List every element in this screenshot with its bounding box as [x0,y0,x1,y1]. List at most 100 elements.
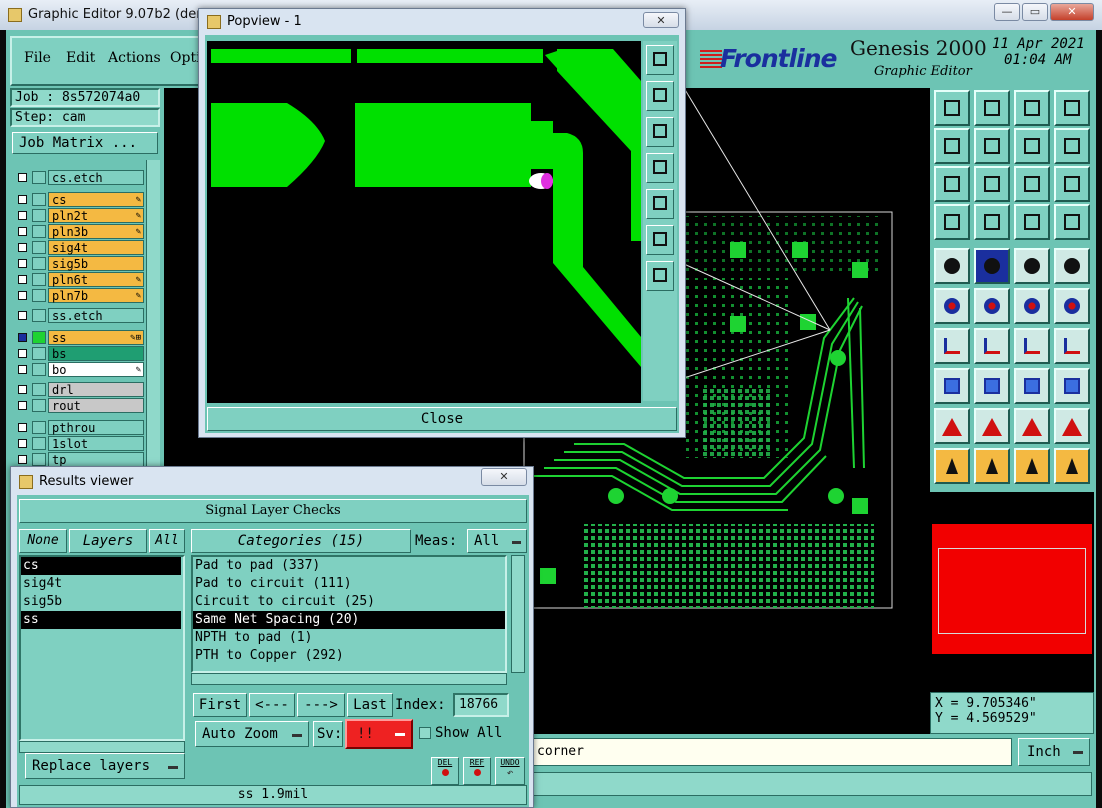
pointer-select-tool-button[interactable] [1014,448,1050,484]
close-button[interactable]: ✕ [1050,3,1094,21]
layer-color-swatch[interactable] [32,347,46,360]
layer-row[interactable]: ss ✎⊞ [14,330,144,345]
next-button[interactable]: ---> [297,693,345,717]
layer-name[interactable]: cs ✎ [48,192,144,207]
del-button[interactable]: DEL [431,757,459,785]
layer-color-swatch[interactable] [32,309,46,322]
delete-tool-button[interactable] [974,288,1010,324]
layer-row[interactable]: ss.etch [14,308,144,323]
move-tool-button[interactable] [974,248,1010,284]
layer-display-checkbox[interactable] [18,291,27,300]
layers-button[interactable]: Layers [69,529,147,553]
layer-row[interactable]: pln2t ✎ [14,208,144,223]
group-tool-button[interactable] [1054,368,1090,404]
layer-color-swatch[interactable] [32,273,46,286]
popview-canvas[interactable] [207,41,641,403]
layer-name[interactable]: ss.etch [48,308,144,323]
save-tool-button[interactable] [974,90,1010,126]
none-button[interactable]: None [19,529,67,553]
meas-dropdown[interactable]: All [467,529,527,553]
layer-display-checkbox[interactable] [18,365,27,374]
layer-row[interactable]: cs ✎ [14,192,144,207]
window-tool-button[interactable] [1054,90,1090,126]
ruler-tool-button[interactable] [1014,248,1050,284]
maximize-button[interactable]: ▭ [1022,3,1048,21]
layer-name[interactable]: pln6t ✎ [48,272,144,287]
category-item[interactable]: Pad to circuit (111) [193,575,505,593]
snap-tool-button[interactable] [1054,128,1090,164]
layer-row[interactable]: sig4t [14,240,144,255]
result-layer-item[interactable]: sig4t [21,575,181,593]
category-list[interactable]: Pad to pad (337) Pad to circuit (111) Circ… [191,555,507,673]
menu-options[interactable]: Opti [170,50,201,66]
layer-row[interactable]: tp [14,452,144,467]
layer-color-swatch[interactable] [32,363,46,376]
layer-name[interactable]: 1slot [48,436,144,451]
rotate-tool-button[interactable] [1014,328,1050,364]
units-dropdown[interactable]: Inch [1018,738,1090,766]
layers-blue-tool-button[interactable] [1054,204,1090,240]
measure-tool-button[interactable] [934,204,970,240]
category-item[interactable]: Same Net Spacing (20) [193,611,505,629]
layer-color-swatch[interactable] [32,193,46,206]
probe-tool-button[interactable] [974,204,1010,240]
layer-color-swatch[interactable] [32,209,46,222]
layer-display-checkbox[interactable] [18,275,27,284]
layer-row[interactable]: sig5b [14,256,144,271]
job-matrix-button[interactable]: Job Matrix ... [12,132,158,154]
layer-display-checkbox[interactable] [18,385,27,394]
result-layer-item[interactable]: ss [21,611,181,629]
select-box-tool-button[interactable] [934,368,970,404]
layer-display-checkbox[interactable] [18,401,27,410]
layer-list-scrollbar[interactable] [146,160,160,470]
layer-name[interactable]: pln3b ✎ [48,224,144,239]
layer-display-checkbox[interactable] [18,311,27,320]
layer-display-checkbox[interactable] [18,173,27,182]
layer-name[interactable]: bo ✎ [48,362,144,377]
all-button[interactable]: All [149,529,185,553]
layer-row[interactable]: drl [14,382,144,397]
layer-name[interactable]: sig5b [48,256,144,271]
zoom-center-tool-button[interactable] [974,166,1010,202]
triangle-c-tool-button[interactable] [1014,408,1050,444]
menu-edit[interactable]: Edit [66,50,95,66]
layer-row[interactable]: rout [14,398,144,413]
menu-actions[interactable]: Actions [108,50,161,66]
layer-results-list[interactable]: cs sig4t sig5b ss [19,555,185,741]
pad-tool-button[interactable] [934,248,970,284]
connect-tool-button[interactable] [1014,288,1050,324]
category-item[interactable]: PTH to Copper (292) [193,647,505,665]
pointer-path-tool-button[interactable] [1054,448,1090,484]
layer-results-hscroll[interactable] [19,741,185,753]
triangle-a-tool-button[interactable] [934,408,970,444]
layer-display-checkbox[interactable] [18,227,27,236]
layer-color-swatch[interactable] [32,421,46,434]
layer-color-swatch[interactable] [32,383,46,396]
category-hscroll[interactable] [191,673,507,685]
popview-down-button[interactable] [646,117,674,147]
layer-display-checkbox[interactable] [18,243,27,252]
layer-color-swatch[interactable] [32,171,46,184]
layer-display-checkbox[interactable] [18,211,27,220]
home-tool-button[interactable] [1014,90,1050,126]
layer-name[interactable]: pln7b ✎ [48,288,144,303]
layer-row[interactable]: pln7b ✎ [14,288,144,303]
layer-color-swatch[interactable] [32,225,46,238]
layer-name[interactable]: cs.etch [48,170,144,185]
layer-name[interactable]: ss ✎⊞ [48,330,144,345]
zoom-fit-tool-button[interactable] [934,166,970,202]
right-panel-tool-button[interactable] [974,128,1010,164]
layer-color-swatch[interactable] [32,289,46,302]
result-layer-item[interactable]: sig5b [21,593,181,611]
first-button[interactable]: First [193,693,247,717]
menu-file[interactable]: File [24,50,51,66]
layer-row[interactable]: 1slot [14,436,144,451]
edit-line-tool-button[interactable] [934,328,970,364]
layer-display-checkbox[interactable] [18,349,27,358]
layer-color-swatch[interactable] [32,331,46,344]
category-item[interactable]: NPTH to pad (1) [193,629,505,647]
layer-row[interactable]: pln6t ✎ [14,272,144,287]
layers-red-tool-button[interactable] [1014,204,1050,240]
results-close-x[interactable]: ✕ [481,468,527,486]
index-field[interactable]: 18766 [453,693,509,717]
